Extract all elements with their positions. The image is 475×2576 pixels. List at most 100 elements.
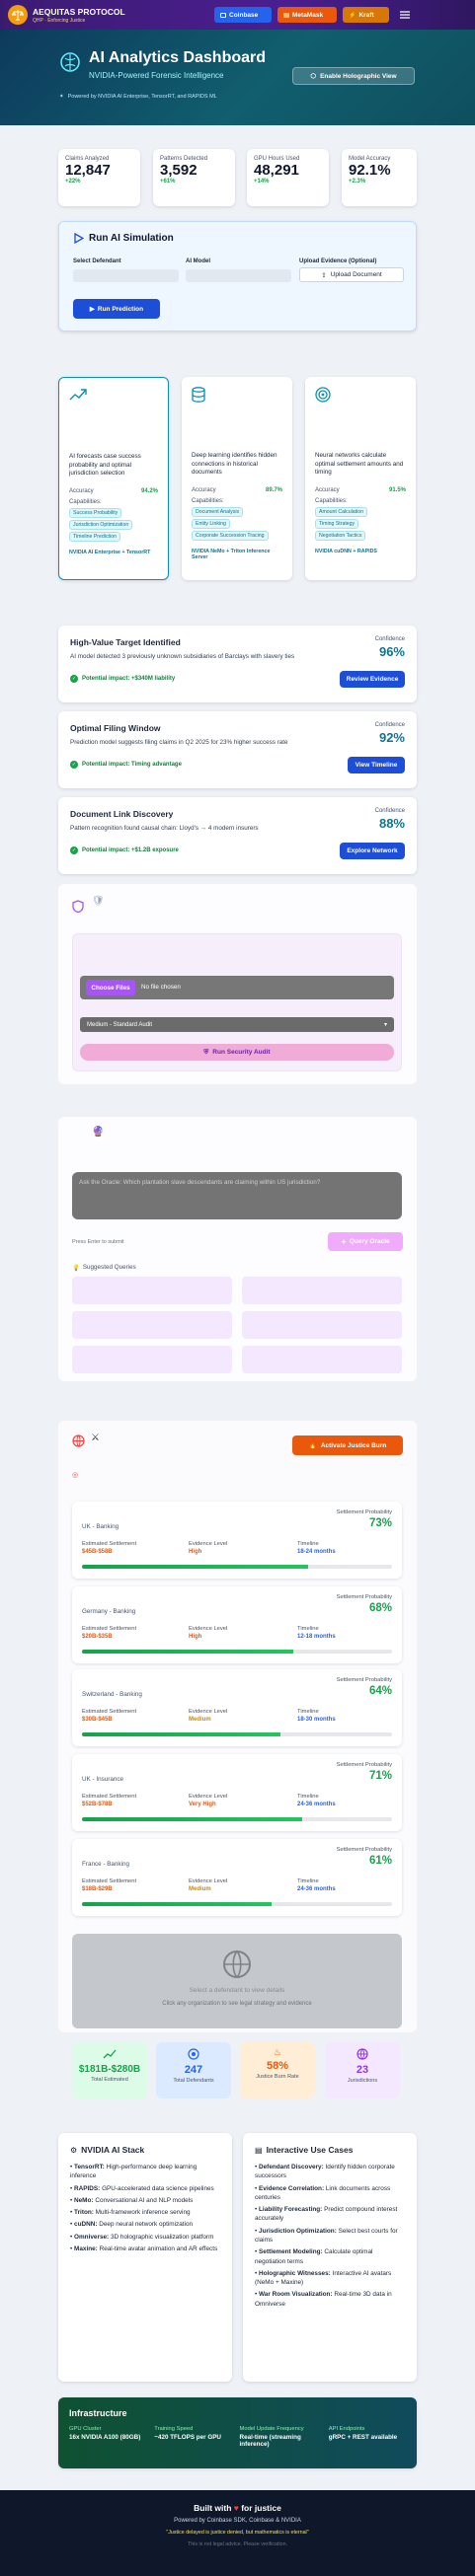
use-case-name: Settlement Modeling: (259, 2248, 323, 2256)
use-case-name: Holographic Witnesses: (259, 2269, 331, 2277)
explore-network-button[interactable]: Explore Network (340, 843, 405, 859)
model-card[interactable]: Neural networks calculate optimal settle… (305, 377, 416, 580)
chart-icon: ▤ (255, 2145, 263, 2155)
timeline-value: 24-36 months (297, 1802, 336, 1807)
settlement-value: $45B-$58B (82, 1549, 113, 1555)
probability-value: 73% (368, 1517, 392, 1529)
no-file-text: No file chosen (141, 984, 181, 991)
footer: Built with ♥ for justice Powered by Coin… (0, 2490, 475, 2576)
evidence-level-value: High (189, 1549, 202, 1555)
metamask-button[interactable]: MetaMask (277, 7, 337, 23)
accuracy-label: Accuracy (192, 486, 216, 493)
oracle-query-input[interactable]: Ask the Oracle: Which plantation slave d… (72, 1172, 402, 1219)
model-select[interactable] (186, 269, 291, 282)
stack-item: • Maxine: Real-time avatar animation and… (70, 2245, 218, 2252)
lightbulb-icon: 💡 (72, 1265, 80, 1272)
run-security-audit-button[interactable]: ⛨ Run Security Audit (80, 1044, 394, 1061)
brand[interactable]: AEQUITAS PROTOCOL QHP · Enforcing Justic… (33, 7, 125, 24)
probability-value: 61% (368, 1855, 392, 1867)
stack-item-desc: Real-time avatar animation and AR effect… (97, 2245, 218, 2252)
impact-text: Potential impact: +$1.2B exposure (82, 847, 179, 853)
settlement-label: Estimated Settlement (82, 1878, 137, 1884)
play-icon (73, 233, 84, 244)
trend-icon (69, 388, 158, 402)
suggested-query[interactable] (72, 1311, 232, 1339)
suggested-query[interactable] (242, 1277, 402, 1304)
insight-text: Prediction model suggests filing claims … (70, 739, 288, 746)
case-card[interactable]: France - Banking Settlement Probability 61… (72, 1839, 402, 1916)
metric-card: Claims Analyzed 12,847 +22% (58, 149, 140, 206)
heart-icon: ♥ (233, 2503, 239, 2513)
crossed-swords-icon: ⚔ (91, 1433, 100, 1443)
case-name: France - Banking (82, 1861, 129, 1868)
accuracy-label: Accuracy (315, 486, 340, 493)
infra-key: GPU Cluster (69, 2426, 102, 2432)
use-case-item: • Jurisdiction Optimization: Select best… (255, 2227, 398, 2244)
confidence-value: 96% (378, 644, 405, 659)
accuracy-value: 91.5% (388, 486, 406, 493)
metric-delta: +2.3% (349, 179, 366, 184)
suggested-query[interactable] (72, 1346, 232, 1373)
confidence-label: Confidence (374, 722, 405, 728)
database-icon (192, 387, 282, 403)
probability-bar (82, 1902, 392, 1906)
model-footer: NVIDIA cuDNN + RAPIDS (315, 548, 377, 554)
stack-item-desc: 3D holographic visualization platform (109, 2233, 214, 2241)
coinbase-button[interactable]: Coinbase (214, 7, 272, 23)
view-timeline-button[interactable]: View Timeline (348, 757, 405, 773)
stat-label: Justice Burn Rate (256, 2074, 299, 2080)
case-card[interactable]: UK - Banking Settlement Probability 73% Est… (72, 1502, 402, 1579)
use-case-name: Evidence Correlation: (259, 2184, 325, 2192)
infra-key: Model Update Frequency (239, 2426, 304, 2432)
metric-value: 12,847 (65, 162, 111, 179)
suggested-query[interactable] (242, 1346, 402, 1373)
model-card[interactable]: AI forecasts case success probability an… (58, 377, 169, 580)
model-footer: NVIDIA AI Enterprise + TensorRT (69, 549, 151, 555)
settlement-value: $18B-$29B (82, 1886, 113, 1892)
audit-level-select[interactable]: Medium - Standard Audit ▾ (80, 1017, 394, 1032)
run-prediction-label: Run Prediction (97, 305, 144, 313)
upload-document-button[interactable]: ⇪ Upload Document (299, 267, 404, 282)
kraft-button[interactable]: ⚡ Kraft (343, 7, 389, 23)
check-circle-icon: ✓ (70, 675, 78, 683)
case-card[interactable]: Switzerland - Banking Settlement Probabil… (72, 1669, 402, 1746)
suggested-query[interactable] (242, 1311, 402, 1339)
insight-card: High-Value Target Identified AI model de… (58, 626, 417, 702)
review-evidence-button[interactable]: Review Evidence (340, 671, 405, 688)
case-card[interactable]: Germany - Banking Settlement Probability 6… (72, 1586, 402, 1663)
metamask-label: MetaMask (292, 11, 324, 19)
detail-placeholder-hint: Click any organization to see legal stra… (162, 2001, 312, 2007)
target-small-icon: ◎ (72, 1472, 79, 1479)
probability-label: Settlement Probability (336, 1762, 392, 1768)
capability-chip: Corporate Succession Tracing (192, 530, 269, 541)
use-case-item: • Settlement Modeling: Calculate optimal… (255, 2248, 373, 2265)
case-card[interactable]: UK - Insurance Settlement Probability 71% E… (72, 1754, 402, 1831)
run-prediction-button[interactable]: ▶ Run Prediction (73, 299, 160, 319)
metric-delta: +61% (160, 179, 176, 184)
activate-justice-burn-button[interactable]: 🔥 Activate Justice Burn (292, 1435, 403, 1455)
model-card[interactable]: Deep learning identifies hidden connecti… (182, 377, 292, 580)
holographic-view-button[interactable]: ⬡ Enable Holographic View (292, 67, 415, 85)
choose-files-button[interactable]: Choose Files (86, 980, 135, 995)
timeline-label: Timeline (297, 1541, 319, 1547)
defendant-select[interactable] (73, 269, 179, 282)
case-name: UK - Insurance (82, 1776, 123, 1783)
metric-delta: +22% (65, 179, 81, 184)
metric-delta: +14% (254, 179, 270, 184)
stack-item-desc: Conversational AI and NLP models (93, 2196, 194, 2204)
query-oracle-button[interactable]: ✦ Query Oracle (328, 1232, 403, 1251)
capabilities-label: Capabilities: (192, 497, 224, 504)
evidence-level-value: High (189, 1634, 202, 1640)
suggested-query[interactable] (72, 1277, 232, 1304)
timeline-value: 18-30 months (297, 1717, 336, 1723)
timeline-value: 18-24 months (297, 1549, 336, 1555)
brand-name: AEQUITAS PROTOCOL (33, 6, 125, 17)
menu-icon[interactable] (399, 9, 411, 21)
footer-powered: Powered by Coinbase SDK, Coinbase & NVID… (174, 2518, 301, 2524)
insight-title: Document Link Discovery (70, 809, 174, 819)
activate-justice-burn-label: Activate Justice Burn (320, 1441, 387, 1449)
capability-chip: Document Analysis (192, 506, 244, 517)
stack-item: • NeMo: Conversational AI and NLP models (70, 2196, 194, 2204)
use-case-name: Liability Forecasting: (259, 2206, 323, 2214)
timeline-value: 12-18 months (297, 1634, 336, 1640)
